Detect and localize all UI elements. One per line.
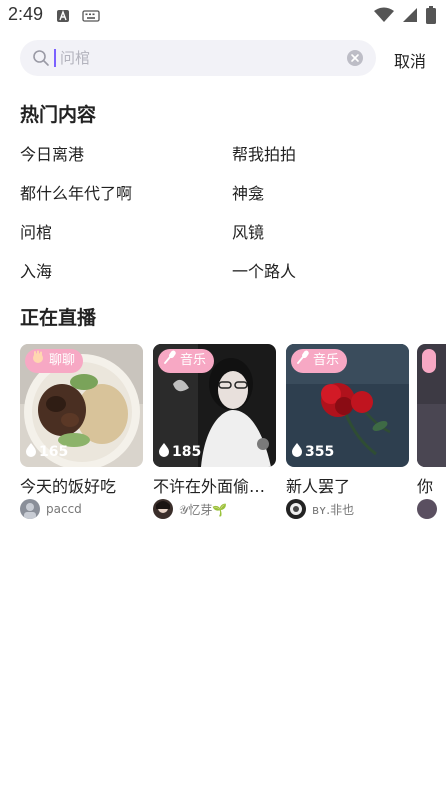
author-name: 𝒴忆芽🌱 <box>179 502 228 517</box>
live-card-title: 不许在外面偷… <box>153 477 266 496</box>
live-card-list: 聊聊 165 今天的饭好吃 paccd 音乐 185 不许在外面偷… 𝒴忆芽🌱 … <box>20 344 446 524</box>
status-bar: 2:49 <box>0 0 446 30</box>
hot-item[interactable]: 一个路人 <box>232 260 296 284</box>
flame-icon <box>292 443 302 461</box>
live-tag-label: 聊聊 <box>49 353 76 368</box>
viewer-count-value: 355 <box>305 444 335 460</box>
signal-icon <box>402 7 418 27</box>
status-time: 2:49 <box>8 4 44 24</box>
flame-icon <box>26 443 36 461</box>
live-card-author <box>417 499 446 519</box>
live-thumbnail: 音乐 355 <box>286 344 409 467</box>
cancel-button[interactable]: 取消 <box>394 48 426 72</box>
live-card[interactable]: 聊聊 165 今天的饭好吃 paccd <box>20 344 143 519</box>
avatar <box>286 499 306 519</box>
live-tag-label: 音乐 <box>180 353 207 368</box>
hot-item[interactable]: 都什么年代了啊 <box>20 182 132 206</box>
live-tag: 音乐 <box>291 349 348 373</box>
live-thumbnail: 音乐 185 <box>153 344 276 467</box>
live-tag: 音乐 <box>158 349 215 373</box>
avatar <box>153 499 173 519</box>
wifi-icon <box>374 7 394 27</box>
hot-item[interactable]: 风镜 <box>232 221 264 245</box>
viewer-count: 355 <box>292 443 334 461</box>
hot-item[interactable]: 神龛 <box>232 182 264 206</box>
mic-icon <box>297 349 309 373</box>
search-input[interactable]: 问棺 <box>20 40 376 76</box>
viewer-count-value: 165 <box>39 444 69 460</box>
live-thumbnail: 聊聊 165 <box>20 344 143 467</box>
live-card[interactable]: 音乐 355 新人罢了 ʙʏ.非也 <box>286 344 409 519</box>
search-bar: 问棺 取消 <box>0 40 446 78</box>
search-icon <box>32 49 50 67</box>
live-tag-label: 音乐 <box>313 353 340 368</box>
live-card[interactable]: 你 <box>417 344 446 519</box>
viewer-count: 185 <box>159 443 201 461</box>
app-notification-icon <box>56 8 70 27</box>
hot-item[interactable]: 入海 <box>20 260 52 284</box>
live-thumbnail <box>417 344 446 467</box>
flame-icon <box>159 443 169 461</box>
live-card-author: 𝒴忆芽🌱 <box>153 499 276 519</box>
text-cursor <box>54 49 56 67</box>
live-card-title: 你 <box>417 477 434 496</box>
live-card-title: 新人罢了 <box>286 477 351 496</box>
hand-icon <box>31 349 45 373</box>
hot-item[interactable]: 今日离港 <box>20 143 84 167</box>
avatar <box>20 499 40 519</box>
clear-icon[interactable] <box>346 49 364 67</box>
hot-item[interactable]: 问棺 <box>20 221 52 245</box>
live-tag: 聊聊 <box>25 349 84 373</box>
live-tag <box>422 349 436 373</box>
live-card-author: paccd <box>20 499 143 519</box>
search-placeholder: 问棺 <box>60 49 91 67</box>
hot-item[interactable]: 帮我拍拍 <box>232 143 296 167</box>
battery-icon <box>426 6 436 28</box>
author-name: ʙʏ.非也 <box>312 502 355 517</box>
avatar <box>417 499 437 519</box>
live-card-title: 今天的饭好吃 <box>20 477 117 496</box>
viewer-count: 165 <box>26 443 68 461</box>
author-name: paccd <box>46 502 82 516</box>
hot-section-title: 热门内容 <box>20 104 97 126</box>
live-card[interactable]: 音乐 185 不许在外面偷… 𝒴忆芽🌱 <box>153 344 276 519</box>
keyboard-icon <box>82 8 100 27</box>
viewer-count-value: 185 <box>172 444 202 460</box>
mic-icon <box>164 349 176 373</box>
live-section-title: 正在直播 <box>20 307 97 329</box>
live-card-author: ʙʏ.非也 <box>286 499 409 519</box>
